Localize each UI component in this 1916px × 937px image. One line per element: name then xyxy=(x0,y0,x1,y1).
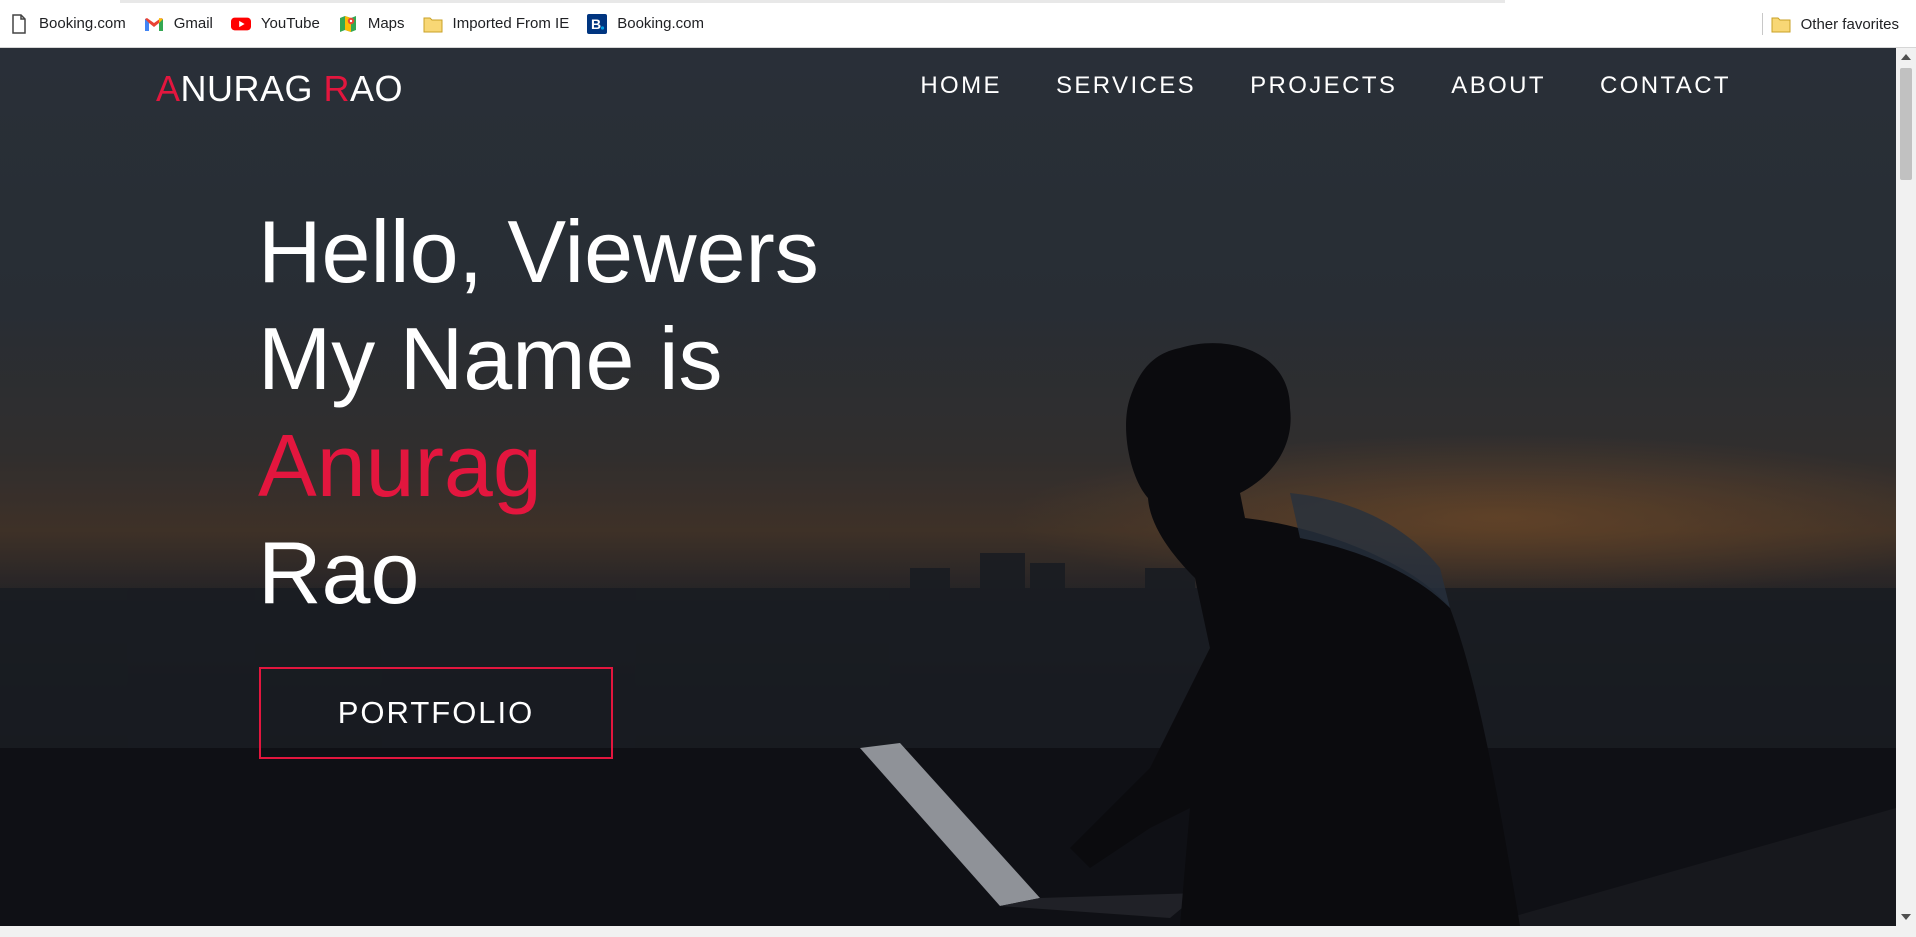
bookmark-booking-2[interactable]: B Booking.com xyxy=(578,9,713,39)
bookmark-label: Maps xyxy=(367,15,405,32)
bookmark-label: YouTube xyxy=(260,15,320,32)
logo-initial: R xyxy=(323,68,351,109)
nav-home[interactable]: HOME xyxy=(920,72,1002,100)
bookmark-other-favorites[interactable]: Other favorites xyxy=(1762,9,1908,39)
gmail-icon xyxy=(144,14,164,34)
hero-section: ANURAG RAO HOME SERVICES PROJECTS ABOUT … xyxy=(0,48,1896,926)
bookmark-youtube[interactable]: YouTube xyxy=(222,9,329,39)
headline-first-name: Anurag xyxy=(258,416,542,515)
headline-intro: My Name is xyxy=(258,309,723,408)
bookmark-label: Booking.com xyxy=(39,15,126,32)
logo-initial: A xyxy=(156,68,181,109)
folder-icon xyxy=(423,14,443,34)
logo-text: NURAG xyxy=(180,68,324,109)
horizontal-scrollbar[interactable] xyxy=(0,926,1916,937)
bookmark-label: Booking.com xyxy=(617,15,704,32)
main-nav: HOME SERVICES PROJECTS ABOUT CONTACT xyxy=(920,72,1731,100)
folder-icon xyxy=(1771,14,1791,34)
bookmark-gmail[interactable]: Gmail xyxy=(135,9,222,39)
headline-last-name: Rao xyxy=(258,523,420,622)
bookmark-label: Imported From IE xyxy=(452,15,570,32)
bookmark-label: Gmail xyxy=(173,15,213,32)
svg-text:B: B xyxy=(591,16,601,32)
bookmarks-bar: Booking.com Gmail YouTube Maps Imported … xyxy=(0,0,1916,48)
scroll-up-icon[interactable] xyxy=(1901,54,1911,60)
site-logo[interactable]: ANURAG RAO xyxy=(156,68,403,110)
nav-about[interactable]: ABOUT xyxy=(1451,72,1546,100)
bookmark-booking[interactable]: Booking.com xyxy=(0,9,135,39)
vertical-scrollbar[interactable] xyxy=(1896,48,1916,926)
scroll-down-icon[interactable] xyxy=(1901,914,1911,920)
nav-services[interactable]: SERVICES xyxy=(1056,72,1196,100)
nav-projects[interactable]: PROJECTS xyxy=(1250,72,1397,100)
maps-icon xyxy=(338,14,358,34)
hero-headline: Hello, Viewers My Name is Anurag Rao xyxy=(258,198,819,626)
bookmark-label: Other favorites xyxy=(1800,15,1899,33)
scrollbar-thumb[interactable] xyxy=(1900,68,1912,180)
booking-icon: B xyxy=(587,13,608,34)
nav-contact[interactable]: CONTACT xyxy=(1600,72,1731,100)
logo-text: AO xyxy=(350,68,404,109)
tab-strip-edge xyxy=(120,0,1505,3)
bookmark-maps[interactable]: Maps xyxy=(329,9,414,39)
page-icon xyxy=(9,13,29,34)
portfolio-button[interactable]: PORTFOLIO xyxy=(259,667,613,759)
youtube-icon xyxy=(230,14,251,34)
headline-greeting: Hello, Viewers xyxy=(258,202,819,301)
bookmark-imported-folder[interactable]: Imported From IE xyxy=(414,9,579,39)
